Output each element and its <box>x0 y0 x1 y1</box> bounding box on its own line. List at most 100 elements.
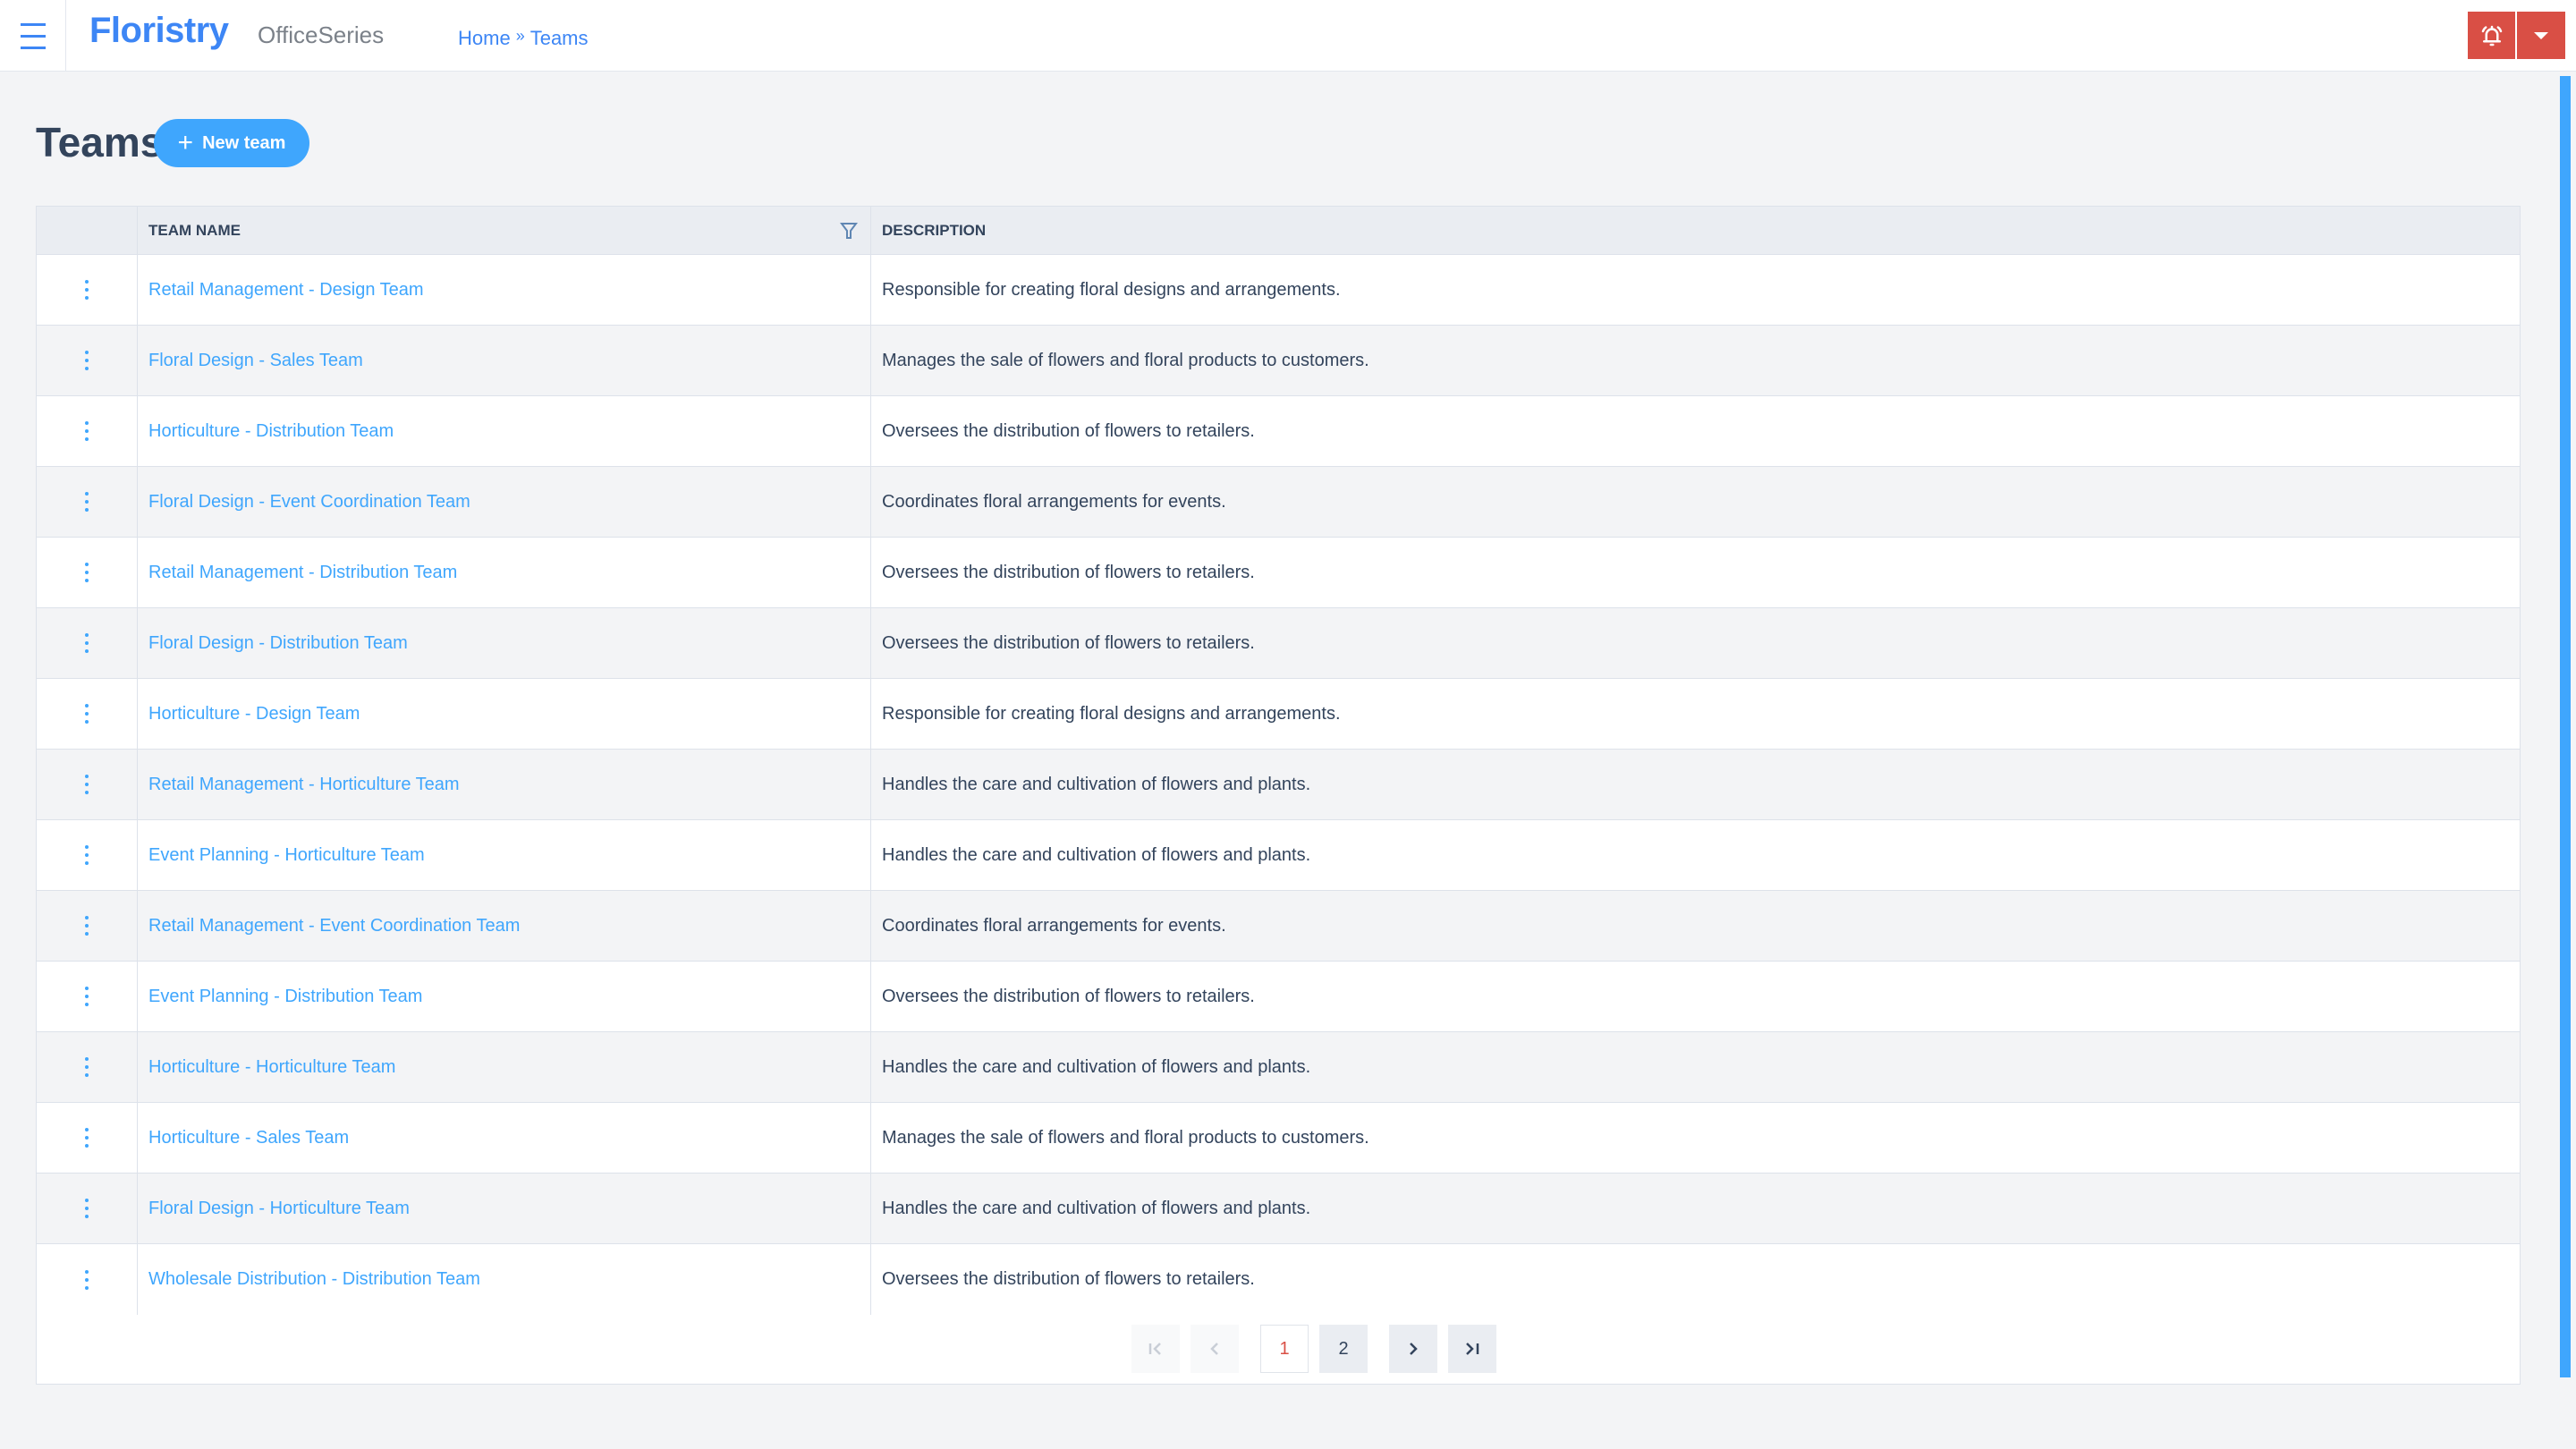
first-page-icon <box>1148 1343 1161 1355</box>
row-actions-button[interactable] <box>37 255 138 325</box>
team-name-cell: Event Planning - Horticulture Team <box>138 820 871 890</box>
next-page-button[interactable] <box>1389 1325 1437 1373</box>
table-row: Event Planning - Distribution Team Overse… <box>37 962 2520 1032</box>
team-name-cell: Floral Design - Distribution Team <box>138 608 871 678</box>
column-header-team-name-label: TEAM NAME <box>148 222 241 239</box>
new-team-label: New team <box>202 132 286 153</box>
team-name-link[interactable]: Retail Management - Design Team <box>148 280 424 301</box>
row-actions-button[interactable] <box>37 1244 138 1315</box>
team-name-link[interactable]: Horticulture - Distribution Team <box>148 421 394 442</box>
table-row: Floral Design - Sales Team Manages the sa… <box>37 326 2520 396</box>
row-actions-button[interactable] <box>37 326 138 395</box>
page-button-1[interactable]: 1 <box>1260 1325 1309 1373</box>
team-description: Coordinates floral arrangements for even… <box>882 915 1226 936</box>
team-name-link[interactable]: Horticulture - Horticulture Team <box>148 1057 395 1078</box>
team-description: Oversees the distribution of flowers to … <box>882 986 1255 1006</box>
team-name-cell: Horticulture - Design Team <box>138 679 871 749</box>
team-name-link[interactable]: Floral Design - Distribution Team <box>148 633 408 654</box>
kebab-menu-icon <box>85 704 89 724</box>
kebab-menu-icon <box>85 916 89 936</box>
row-actions-button[interactable] <box>37 1103 138 1173</box>
kebab-menu-icon <box>85 563 89 582</box>
kebab-menu-icon <box>85 421 89 441</box>
table-row: Floral Design - Horticulture Team Handles… <box>37 1174 2520 1244</box>
team-name-link[interactable]: Horticulture - Design Team <box>148 704 360 724</box>
page-button-2[interactable]: 2 <box>1319 1325 1368 1373</box>
team-name-link[interactable]: Wholesale Distribution - Distribution Te… <box>148 1269 480 1290</box>
team-description: Manages the sale of flowers and floral p… <box>882 350 1369 370</box>
row-actions-button[interactable] <box>37 962 138 1031</box>
row-actions-button[interactable] <box>37 820 138 890</box>
teams-table: TEAM NAME DESCRIPTION Retail Management … <box>36 206 2521 1385</box>
team-name-link[interactable]: Event Planning - Horticulture Team <box>148 845 425 866</box>
team-description: Oversees the distribution of flowers to … <box>882 562 1255 582</box>
table-row: Horticulture - Horticulture Team Handles … <box>37 1032 2520 1103</box>
team-name-cell: Horticulture - Sales Team <box>138 1103 871 1173</box>
kebab-menu-icon <box>85 280 89 300</box>
pagination: 1 2 <box>1131 1325 1507 1373</box>
plus-icon: + <box>177 128 194 157</box>
team-name-cell: Wholesale Distribution - Distribution Te… <box>138 1244 871 1315</box>
kebab-menu-icon <box>85 845 89 865</box>
team-name-cell: Horticulture - Horticulture Team <box>138 1032 871 1102</box>
row-actions-button[interactable] <box>37 679 138 749</box>
team-name-cell: Floral Design - Event Coordination Team <box>138 467 871 537</box>
team-name-link[interactable]: Retail Management - Horticulture Team <box>148 775 460 795</box>
user-menu-dropdown-button[interactable] <box>2517 12 2565 59</box>
last-page-icon <box>1466 1343 1479 1355</box>
team-description: Handles the care and cultivation of flow… <box>882 844 1311 865</box>
table-row: Floral Design - Distribution Team Oversee… <box>37 608 2520 679</box>
kebab-menu-icon <box>85 775 89 794</box>
chevron-left-icon <box>1210 1343 1218 1355</box>
row-actions-button[interactable] <box>37 750 138 819</box>
team-name-cell: Floral Design - Sales Team <box>138 326 871 395</box>
caret-down-icon <box>2534 31 2548 39</box>
new-team-button[interactable]: + New team <box>154 119 309 167</box>
kebab-menu-icon <box>85 633 89 653</box>
row-actions-button[interactable] <box>37 1032 138 1102</box>
top-bar: Floristry OfficeSeries Home » Teams <box>0 0 2576 72</box>
filter-icon[interactable] <box>840 221 858 241</box>
notifications-button[interactable] <box>2468 12 2515 59</box>
brand-logo[interactable]: Floristry <box>89 11 229 51</box>
column-header-team-name[interactable]: TEAM NAME <box>138 207 871 255</box>
last-page-button[interactable] <box>1448 1325 1496 1373</box>
kebab-menu-icon <box>85 987 89 1006</box>
page-scrollbar[interactable] <box>2560 76 2571 1377</box>
kebab-menu-icon <box>85 492 89 512</box>
team-description: Responsible for creating floral designs … <box>882 703 1341 724</box>
team-description: Coordinates floral arrangements for even… <box>882 491 1226 512</box>
team-name-cell: Retail Management - Design Team <box>138 255 871 325</box>
table-row: Retail Management - Distribution Team Ove… <box>37 538 2520 608</box>
breadcrumb-home[interactable]: Home <box>458 27 511 50</box>
table-row: Floral Design - Event Coordination Team C… <box>37 467 2520 538</box>
team-name-link[interactable]: Floral Design - Sales Team <box>148 351 363 371</box>
hamburger-icon <box>20 19 46 54</box>
team-name-link[interactable]: Horticulture - Sales Team <box>148 1128 349 1148</box>
team-description: Oversees the distribution of flowers to … <box>882 420 1255 441</box>
previous-page-button[interactable] <box>1191 1325 1239 1373</box>
row-actions-button[interactable] <box>37 891 138 961</box>
team-name-cell: Event Planning - Distribution Team <box>138 962 871 1031</box>
table-row: Event Planning - Horticulture Team Handle… <box>37 820 2520 891</box>
row-actions-button[interactable] <box>37 467 138 537</box>
kebab-menu-icon <box>85 1199 89 1218</box>
breadcrumb-teams[interactable]: Teams <box>530 27 589 50</box>
table-row: Retail Management - Horticulture Team Han… <box>37 750 2520 820</box>
team-name-cell: Retail Management - Event Coordination T… <box>138 891 871 961</box>
row-actions-button[interactable] <box>37 608 138 678</box>
table-row: Horticulture - Sales Team Manages the sal… <box>37 1103 2520 1174</box>
team-name-link[interactable]: Retail Management - Distribution Team <box>148 563 457 583</box>
row-actions-button[interactable] <box>37 1174 138 1243</box>
team-name-link[interactable]: Floral Design - Horticulture Team <box>148 1199 410 1219</box>
first-page-button[interactable] <box>1131 1325 1180 1373</box>
hamburger-menu-button[interactable] <box>0 0 66 72</box>
team-name-cell: Floral Design - Horticulture Team <box>138 1174 871 1243</box>
row-actions-button[interactable] <box>37 396 138 466</box>
team-name-link[interactable]: Retail Management - Event Coordination T… <box>148 916 520 936</box>
table-row: Horticulture - Distribution Team Oversees… <box>37 396 2520 467</box>
team-description: Handles the care and cultivation of flow… <box>882 1198 1311 1218</box>
row-actions-button[interactable] <box>37 538 138 607</box>
team-name-link[interactable]: Floral Design - Event Coordination Team <box>148 492 470 513</box>
team-name-link[interactable]: Event Planning - Distribution Team <box>148 987 422 1007</box>
